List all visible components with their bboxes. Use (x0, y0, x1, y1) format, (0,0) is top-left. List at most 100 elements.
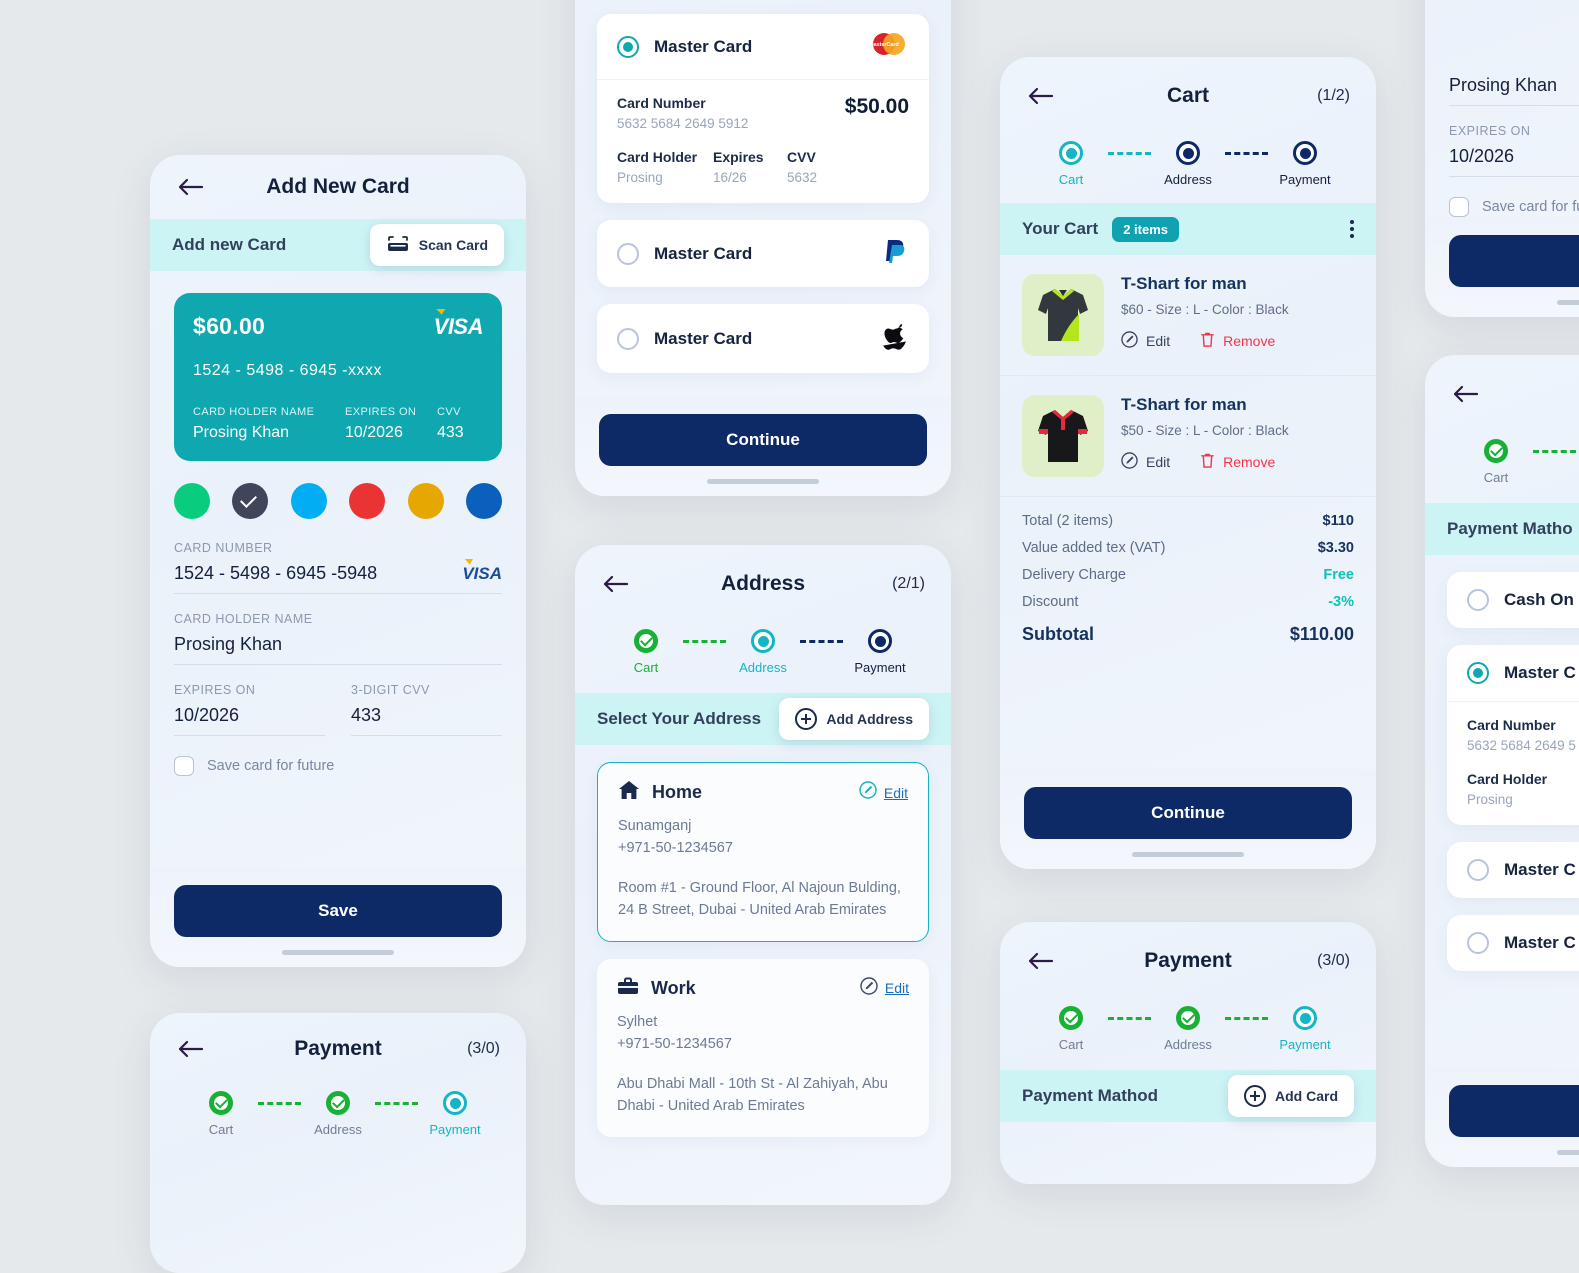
back-button[interactable] (176, 1034, 206, 1064)
continue-button[interactable]: Continue (1024, 787, 1352, 839)
mastercard-radio[interactable] (1467, 859, 1489, 881)
back-button[interactable] (1026, 946, 1056, 976)
edit-label: Edit (1146, 454, 1171, 470)
save-button[interactable] (1449, 235, 1579, 287)
cart-item-row[interactable]: T-Shart for man $50 - Size : L - Color :… (1000, 376, 1376, 497)
payment-option-mastercard-selected[interactable]: Master C Card Number 5632 5684 2649 5 Ca… (1447, 645, 1579, 825)
edit-item-button[interactable]: Edit (1121, 452, 1170, 472)
card-holder-field[interactable]: CARD HOLDER NAME Prosing Khan (174, 612, 502, 665)
mastercard-icon: MasterCard (869, 31, 909, 62)
expires-input[interactable]: 10/2026 (174, 705, 239, 726)
address-card-work[interactable]: Work Edit Sylhet +971-50-1234567 Abu Dha… (597, 958, 929, 1137)
back-button[interactable] (1451, 379, 1481, 409)
remove-item-button[interactable]: Remove (1200, 331, 1275, 351)
cvv-input[interactable]: 433 (351, 705, 381, 726)
payment-method-card-paypal[interactable]: Master Card (597, 220, 929, 287)
cvv-field[interactable]: 3-DIGIT CVV 433 (351, 683, 502, 736)
card-holder-input[interactable]: Prosing Khan (174, 634, 282, 655)
subtotal-value: $110.00 (1289, 624, 1354, 644)
step-payment[interactable]: Payment (843, 629, 917, 675)
step-cart[interactable]: Cart (609, 629, 683, 675)
save-card-label: Save card for future (207, 758, 335, 774)
mastercard-radio[interactable] (617, 35, 639, 58)
step-address[interactable]: Address (301, 1091, 375, 1137)
scan-card-button[interactable]: Scan Card (369, 224, 504, 266)
step-cart[interactable]: Cart (1459, 439, 1533, 485)
step-address[interactable]: Address (726, 629, 800, 675)
edit-address-button[interactable]: Edit (859, 781, 908, 804)
edit-address-button[interactable]: Edit (860, 977, 909, 1000)
color-swatch-red[interactable] (349, 483, 386, 519)
step-cart-dot-done (1059, 1006, 1083, 1030)
summary-label: Total (2 items) (1022, 513, 1114, 529)
applepay-radio[interactable] (617, 327, 639, 350)
card-holder-input[interactable]: Prosing Khan (1449, 75, 1557, 96)
address-full: Abu Dhabi Mall - 10th St - Al Zahiyah, A… (617, 1075, 888, 1115)
payment-option-cash-on-delivery[interactable]: Cash On (1447, 572, 1579, 628)
expires-field[interactable]: EXPIRES ON 10/2026 (1449, 124, 1579, 177)
payment-method-card-mastercard[interactable]: Master Card MasterCard Card Number 5632 … (597, 14, 929, 203)
save-card-checkbox[interactable] (1449, 197, 1469, 217)
paypal-radio[interactable] (617, 242, 639, 265)
step-address[interactable]: Address (1151, 1006, 1225, 1052)
step-payment-label: Payment (1279, 1037, 1331, 1052)
step-payment[interactable]: Payment (1268, 141, 1342, 187)
back-button[interactable] (1026, 81, 1056, 111)
color-swatch-blue[interactable] (465, 483, 502, 519)
payment-method-card-applepay[interactable]: Master Card (597, 304, 929, 373)
step-count: (1/2) (1317, 87, 1350, 104)
continue-button[interactable] (1449, 1085, 1579, 1137)
color-swatch-dark-selected[interactable] (232, 483, 269, 519)
card-number-input[interactable]: 1524 - 5498 - 6945 -5948 (174, 563, 377, 584)
cart-item-meta: $50 - Size : L - Color : Black (1121, 423, 1289, 438)
address-section-bar: Select Your Address Add Address (575, 693, 951, 745)
card-holder-label: Card Holder (617, 149, 698, 165)
apple-icon (883, 321, 909, 356)
step-payment[interactable]: Payment (418, 1091, 492, 1137)
cash-radio[interactable] (1467, 589, 1489, 611)
color-swatch-lightblue[interactable] (290, 483, 327, 519)
remove-label: Remove (1223, 454, 1276, 470)
add-card-button[interactable]: Add Card (1228, 1075, 1354, 1117)
svg-text:MasterCard: MasterCard (869, 42, 899, 48)
save-button[interactable]: Save (174, 885, 502, 937)
checkout-stepper: Cart Address Payment (575, 623, 951, 693)
card-holder-field[interactable]: Prosing Khan (1449, 67, 1579, 106)
home-indicator (282, 950, 394, 955)
back-button[interactable] (601, 569, 631, 599)
back-button[interactable] (176, 172, 206, 202)
continue-button[interactable]: Continue (599, 414, 927, 466)
step-address[interactable]: Address (1151, 141, 1225, 187)
expires-field[interactable]: EXPIRES ON 10/2026 (174, 683, 325, 736)
plus-circle-icon (1244, 1085, 1266, 1107)
step-payment[interactable]: Payment (1268, 1006, 1342, 1052)
summary-row-discount: Discount -3% (1022, 594, 1354, 610)
card-number-label: Card Number (617, 95, 706, 111)
order-summary: Total (2 items) $110 Value added tex (VA… (1000, 497, 1376, 655)
edit-item-button[interactable]: Edit (1121, 331, 1170, 351)
save-card-checkbox[interactable] (174, 756, 194, 776)
cart-item-row[interactable]: T-Shart for man $60 - Size : L - Color :… (1000, 255, 1376, 376)
add-address-button[interactable]: Add Address (779, 698, 929, 740)
payment-option-name: Cash On (1504, 590, 1574, 609)
kebab-menu-icon[interactable] (1350, 220, 1354, 238)
step-cart[interactable]: Cart (1034, 1006, 1108, 1052)
save-card-row[interactable]: Save card for fu (1449, 197, 1579, 217)
save-card-row[interactable]: Save card for future (174, 756, 502, 776)
step-cart[interactable]: Cart (184, 1091, 258, 1137)
mastercard-radio[interactable] (1467, 662, 1489, 684)
add-card-header: Add New Card (150, 155, 526, 219)
payment-option-mastercard-2[interactable]: Master C (1447, 842, 1579, 898)
card-number-field[interactable]: CARD NUMBER 1524 - 5498 - 6945 -5948 VIS… (174, 541, 502, 594)
card-number-label: CARD NUMBER (174, 541, 273, 555)
color-swatch-yellow[interactable] (407, 483, 444, 519)
expires-input[interactable]: 10/2026 (1449, 146, 1514, 167)
remove-item-button[interactable]: Remove (1200, 452, 1275, 472)
subtotal-row: Subtotal $110.00 (1022, 624, 1354, 651)
stepper-line-1 (1108, 152, 1151, 155)
payment-option-mastercard-3[interactable]: Master C (1447, 915, 1579, 971)
address-card-home[interactable]: Home Edit Sunamganj +971-50-1234567 Room… (597, 762, 929, 942)
color-swatch-green[interactable] (174, 483, 210, 519)
step-cart[interactable]: Cart (1034, 141, 1108, 187)
mastercard-radio[interactable] (1467, 932, 1489, 954)
